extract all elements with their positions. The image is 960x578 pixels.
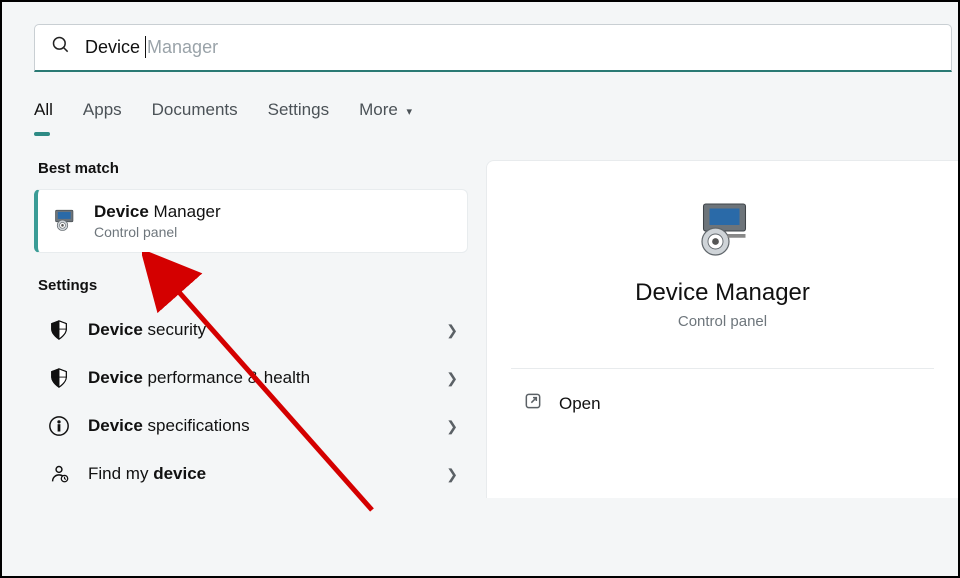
settings-heading: Settings — [34, 277, 480, 294]
results-panel: Best match Device Manager Control — [2, 160, 480, 498]
filter-tab-more-label: More — [359, 100, 398, 119]
chevron-right-icon: ❯ — [446, 370, 458, 387]
device-manager-large-icon — [687, 201, 759, 261]
device-manager-icon — [52, 209, 80, 233]
settings-item-find-my-device[interactable]: Find my device ❯ — [34, 450, 468, 498]
filter-tab-apps[interactable]: Apps — [83, 100, 122, 126]
open-label: Open — [559, 394, 601, 414]
best-match-title: Device Manager — [94, 202, 221, 222]
filter-tab-all[interactable]: All — [34, 100, 53, 126]
chevron-down-icon: ▾ — [407, 106, 413, 118]
location-person-icon — [48, 463, 70, 485]
text-caret — [145, 36, 146, 58]
settings-item-device-performance[interactable]: Device performance & health ❯ — [34, 354, 468, 402]
detail-subtitle: Control panel — [487, 313, 958, 330]
settings-item-device-specifications[interactable]: Device specifications ❯ — [34, 402, 468, 450]
chevron-right-icon: ❯ — [446, 322, 458, 339]
shield-icon — [48, 319, 70, 341]
shield-icon — [48, 367, 70, 389]
search-icon — [51, 35, 71, 60]
info-icon — [48, 415, 70, 437]
chevron-right-icon: ❯ — [446, 418, 458, 435]
detail-title: Device Manager — [487, 279, 958, 307]
chevron-right-icon: ❯ — [446, 466, 458, 483]
best-match-result[interactable]: Device Manager Control panel — [34, 189, 468, 253]
best-match-subtitle: Control panel — [94, 224, 221, 240]
settings-item-label: Device performance & health — [88, 368, 310, 388]
search-bar[interactable]: Device Manager — [34, 24, 952, 72]
best-match-heading: Best match — [34, 160, 480, 177]
filter-tab-more[interactable]: More ▾ — [359, 100, 412, 126]
search-filter-tabs: All Apps Documents Settings More ▾ — [34, 100, 958, 126]
search-ghost-text: Manager — [147, 36, 218, 56]
settings-item-label: Device specifications — [88, 416, 250, 436]
settings-item-label: Find my device — [88, 464, 206, 484]
settings-item-device-security[interactable]: Device security ❯ — [34, 306, 468, 354]
detail-panel: Device Manager Control panel Open — [486, 160, 958, 498]
filter-tab-documents[interactable]: Documents — [152, 100, 238, 126]
open-external-icon — [523, 391, 543, 416]
open-action[interactable]: Open — [487, 369, 958, 416]
settings-item-label: Device security — [88, 320, 206, 340]
filter-tab-settings[interactable]: Settings — [268, 100, 329, 126]
search-input[interactable]: Device Manager — [85, 36, 218, 60]
search-typed-text: Device — [85, 36, 145, 56]
